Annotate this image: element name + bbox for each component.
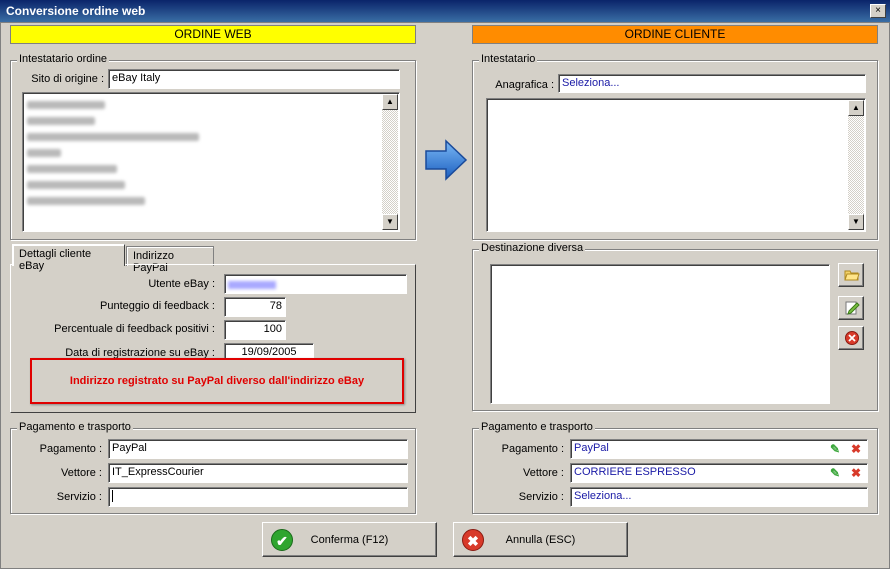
address-textarea[interactable]: ▲ ▼ xyxy=(22,92,400,232)
punteggio-label: Punteggio di feedback : xyxy=(100,300,215,312)
group-title: Intestatario xyxy=(479,53,538,65)
group-title: Pagamento e trasporto xyxy=(17,421,133,433)
utente-ebay-field[interactable] xyxy=(224,274,407,294)
utente-ebay-label: Utente eBay : xyxy=(148,278,215,290)
pagamento-label: Pagamento : xyxy=(501,443,564,455)
redacted-text xyxy=(27,181,125,189)
redacted-text xyxy=(27,117,95,125)
group-title: Intestatario ordine xyxy=(17,53,110,65)
open-folder-button[interactable] xyxy=(838,263,864,287)
redacted-text xyxy=(27,133,199,141)
ordine-web-header: ORDINE WEB xyxy=(10,25,416,44)
paypal-warning: Indirizzo registrato su PayPal diverso d… xyxy=(30,358,404,404)
scroll-up-icon[interactable]: ▲ xyxy=(848,100,864,116)
percentuale-field[interactable]: 100 xyxy=(224,320,286,340)
conferma-button[interactable]: ✔ Conferma (F12) xyxy=(262,522,437,557)
window-title: Conversione ordine web xyxy=(6,4,146,18)
percentuale-label: Percentuale di feedback positivi : xyxy=(54,323,215,335)
destinazione-textarea[interactable] xyxy=(490,264,830,404)
anagrafica-textarea[interactable]: ▲ ▼ xyxy=(486,98,866,232)
clear-x-icon[interactable]: ✖ xyxy=(851,467,861,479)
redacted-text xyxy=(27,165,117,173)
delete-address-button[interactable] xyxy=(838,326,864,350)
vettore-label: Vettore : xyxy=(61,467,102,479)
redacted-username xyxy=(228,281,276,289)
redacted-text xyxy=(27,149,61,157)
folder-icon xyxy=(844,270,860,281)
punteggio-field[interactable]: 78 xyxy=(224,297,286,317)
tab-indirizzo-paypal[interactable]: Indirizzo PayPal xyxy=(126,246,214,274)
servizio-field[interactable] xyxy=(108,487,408,507)
pagamento-field[interactable]: PayPal xyxy=(108,439,408,459)
ordine-cliente-header: ORDINE CLIENTE xyxy=(472,25,878,44)
edit-pencil-icon[interactable]: ✎ xyxy=(830,467,840,479)
group-title: Destinazione diversa xyxy=(479,242,586,254)
servizio-label: Servizio : xyxy=(518,491,564,503)
vertical-scrollbar[interactable]: ▲ ▼ xyxy=(848,100,864,230)
vettore-field[interactable]: IT_ExpressCourier xyxy=(108,463,408,483)
edit-icon xyxy=(845,301,860,315)
pagamento-select[interactable]: PayPal xyxy=(570,439,868,459)
scroll-up-icon[interactable]: ▲ xyxy=(382,94,398,110)
sito-origine-label: Sito di origine : xyxy=(31,73,104,85)
clear-x-icon[interactable]: ✖ xyxy=(851,443,861,455)
close-button[interactable]: × xyxy=(870,4,886,18)
vettore-label: Vettore : xyxy=(523,467,564,479)
text-cursor xyxy=(112,490,113,503)
tab-dettagli-ebay[interactable]: Dettagli cliente eBay xyxy=(12,244,125,272)
pagamento-label: Pagamento : xyxy=(39,443,102,455)
vettore-select[interactable]: CORRIERE ESPRESSO xyxy=(570,463,868,483)
anagrafica-field[interactable]: Seleziona... xyxy=(558,74,866,93)
arrow-right-icon xyxy=(425,139,468,181)
redacted-text xyxy=(27,197,145,205)
vertical-scrollbar[interactable]: ▲ ▼ xyxy=(382,94,398,230)
annulla-label: Annulla (ESC) xyxy=(505,534,576,546)
delete-icon xyxy=(845,331,859,345)
edit-pencil-icon[interactable]: ✎ xyxy=(830,443,840,455)
scroll-down-icon[interactable]: ▼ xyxy=(382,214,398,230)
edit-address-button[interactable] xyxy=(838,296,864,320)
scroll-down-icon[interactable]: ▼ xyxy=(848,214,864,230)
redacted-text xyxy=(27,101,105,109)
title-bar: Conversione ordine web xyxy=(0,0,890,22)
sito-origine-field[interactable]: eBay Italy xyxy=(108,69,400,89)
annulla-button[interactable]: ✖ Annulla (ESC) xyxy=(453,522,628,557)
conferma-label: Conferma (F12) xyxy=(310,534,389,546)
anagrafica-label: Anagrafica : xyxy=(495,79,554,91)
servizio-label: Servizio : xyxy=(56,491,102,503)
servizio-select[interactable]: Seleziona... xyxy=(570,487,868,507)
group-title: Pagamento e trasporto xyxy=(479,421,595,433)
